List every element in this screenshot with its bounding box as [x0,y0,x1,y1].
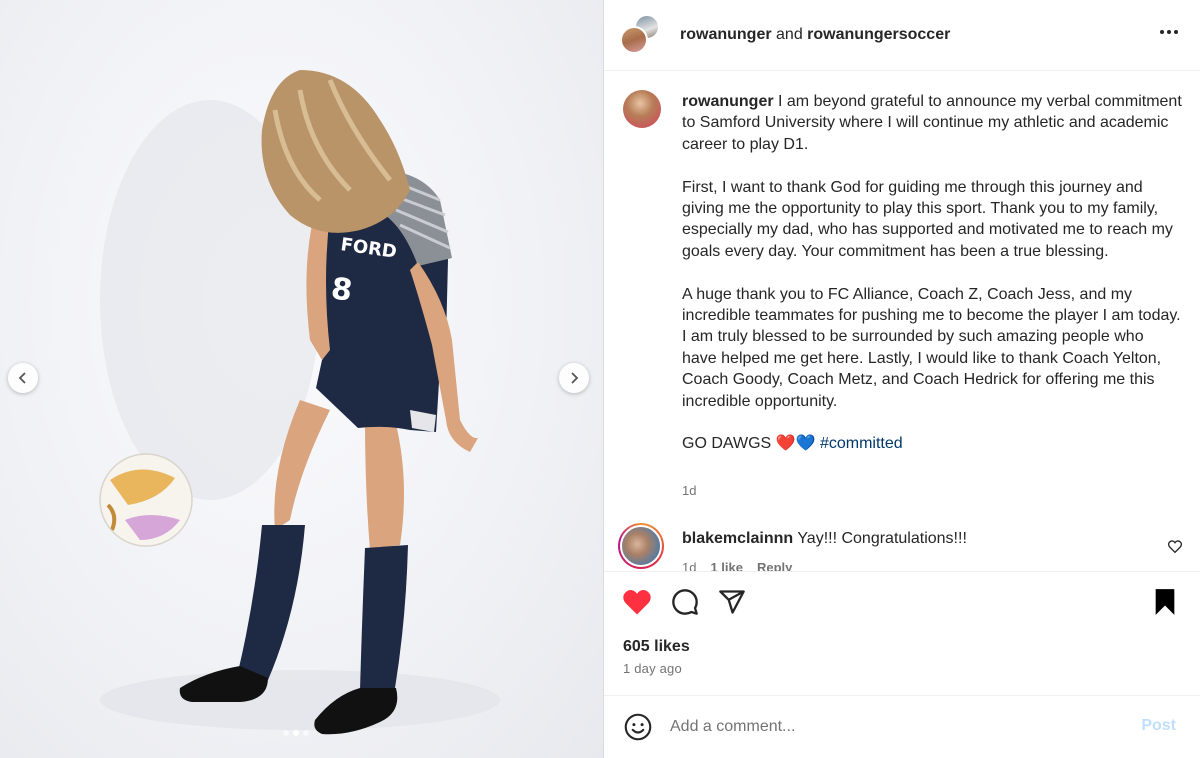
chevron-right-icon [571,372,579,384]
comment-reply-button[interactable]: Reply [757,560,792,571]
post-caption: rowanunger I am beyond grateful to annou… [682,91,1182,476]
carousel-prev-button[interactable] [8,363,38,393]
chevron-left-icon [18,372,26,384]
comment-likes[interactable]: 1 like [710,560,743,571]
post-header: rowanunger and rowanungersoccer [604,0,1200,71]
collab-avatars[interactable] [620,14,664,56]
post-photo: FORD 8 [99,70,500,735]
hashtag-link[interactable]: #committed [820,435,903,452]
story-avatar[interactable] [618,523,664,569]
comment-composer: Post [604,695,1200,758]
post-sidebar: rowanunger and rowanungersoccer rowanung… [603,0,1200,758]
carousel-dot [283,730,289,736]
comments-scroll[interactable]: rowanunger I am beyond grateful to annou… [604,72,1200,571]
author-joiner: and [776,26,803,43]
author-link[interactable]: rowanunger [680,26,772,43]
post-authors: rowanunger and rowanungersoccer [680,26,950,44]
comment-timestamp[interactable]: 1d [682,560,696,571]
carousel-next-button[interactable] [559,363,589,393]
comment-icon[interactable] [671,588,699,616]
comment-body: Yay!!! Congratulations!!! [797,530,967,547]
bookmark-icon[interactable] [1153,588,1177,616]
carousel-dot [303,730,309,736]
caption-timestamp[interactable]: 1d [682,483,696,498]
caption-text: GO DAWGS ❤️💙 [682,435,816,453]
likes-count[interactable]: 605 likes [623,638,690,656]
caption-text: First, I want to thank God for guiding m… [682,178,1173,260]
carousel-indicator [283,730,309,736]
carousel-dot-active [293,730,299,736]
comment-username[interactable]: blakemclainnn [682,530,793,547]
comment-meta: 1d 1 like Reply [682,560,792,571]
avatar[interactable] [623,90,661,128]
post-timestamp[interactable]: 1 day ago [623,661,682,676]
emoji-icon[interactable] [624,713,652,741]
post-comment-button[interactable]: Post [1141,717,1176,735]
post-media[interactable]: FORD 8 [0,0,603,758]
caption-text: A huge thank you to FC Alliance, Coach Z… [682,285,1181,410]
heart-icon[interactable] [622,588,652,616]
avatar[interactable] [620,26,648,54]
comment: blakemclainnn Yay!!! Congratulations!!! [682,530,967,548]
share-icon[interactable] [718,588,746,616]
more-icon[interactable] [1160,24,1178,40]
action-bar [604,571,1200,637]
author-link[interactable]: rowanungersoccer [807,26,950,43]
heart-icon[interactable] [1168,540,1182,553]
caption-username[interactable]: rowanunger [682,93,774,110]
comment-input[interactable] [670,715,1110,739]
